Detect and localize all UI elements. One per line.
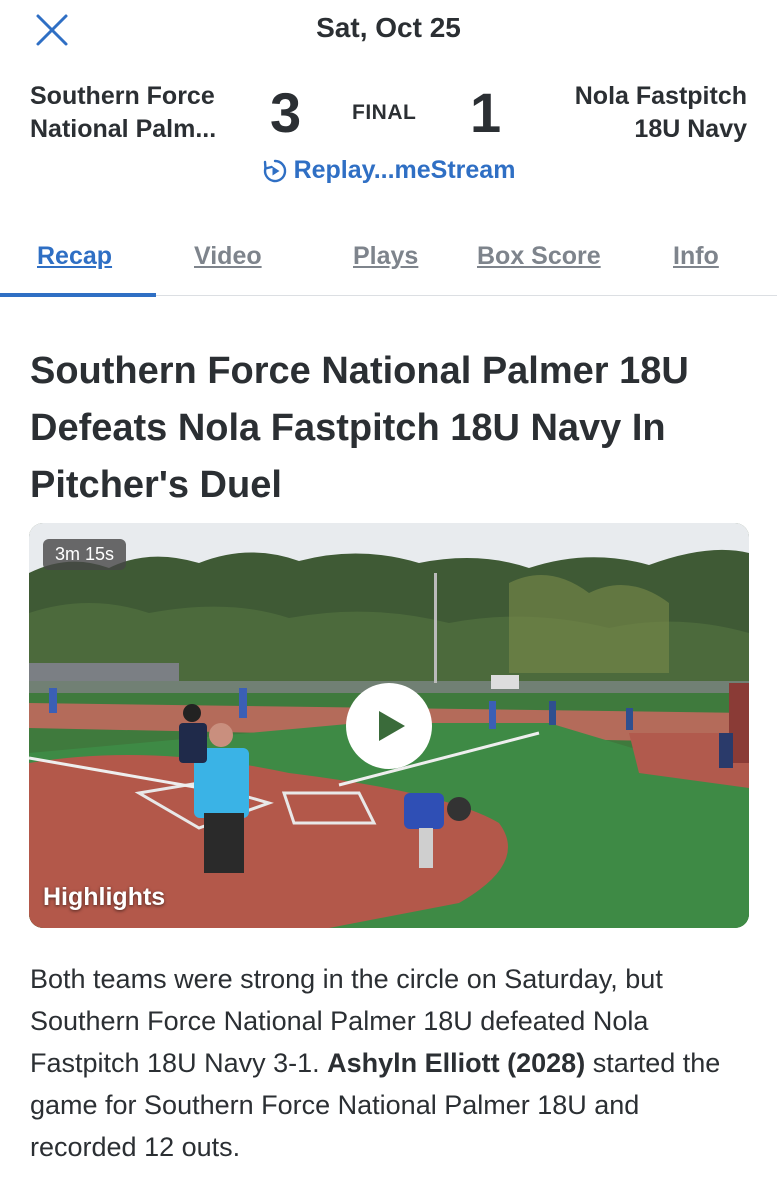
game-status: FINAL — [352, 101, 417, 124]
replay-link-row: Replay...meStream — [0, 156, 777, 191]
replay-link[interactable]: Replay...meStream — [262, 156, 516, 185]
article-headline: Southern Force National Palmer 18U Defea… — [30, 350, 689, 506]
home-team-line1: Southern Force — [30, 82, 215, 110]
away-score: 1 — [470, 81, 502, 144]
video-label: Highlights — [43, 883, 166, 911]
play-button[interactable] — [346, 683, 432, 769]
play-icon — [379, 711, 405, 741]
tab-bar: Recap Video Plays Box Score Info — [0, 232, 777, 296]
away-team-name[interactable]: Nola Fastpitch 18U Navy — [575, 80, 747, 146]
replay-icon — [263, 159, 286, 182]
replay-label: Replay...meStream — [293, 156, 516, 184]
away-team-line1: Nola Fastpitch — [574, 82, 747, 110]
video-duration-badge: 3m 15s — [43, 539, 127, 570]
home-team-name[interactable]: Southern Force National Palm... — [30, 80, 216, 146]
tab-recap[interactable]: Recap — [37, 242, 112, 271]
home-team-line2: National Palm... — [30, 115, 217, 143]
game-date: Sat, Oct 25 — [316, 12, 461, 43]
tab-video[interactable]: Video — [194, 242, 262, 271]
article-body: Both teams were strong in the circle on … — [30, 958, 745, 1168]
tab-plays[interactable]: Plays — [353, 242, 418, 271]
home-score: 3 — [270, 81, 302, 144]
player-name-link[interactable]: Ashyln Elliott (2028) — [327, 1048, 585, 1078]
highlights-video[interactable]: 3m 15s Highlights — [29, 523, 749, 928]
tab-box-score[interactable]: Box Score — [477, 242, 601, 271]
away-team-line2: 18U Navy — [634, 115, 747, 143]
active-tab-indicator — [0, 293, 156, 297]
tab-info[interactable]: Info — [673, 242, 719, 271]
